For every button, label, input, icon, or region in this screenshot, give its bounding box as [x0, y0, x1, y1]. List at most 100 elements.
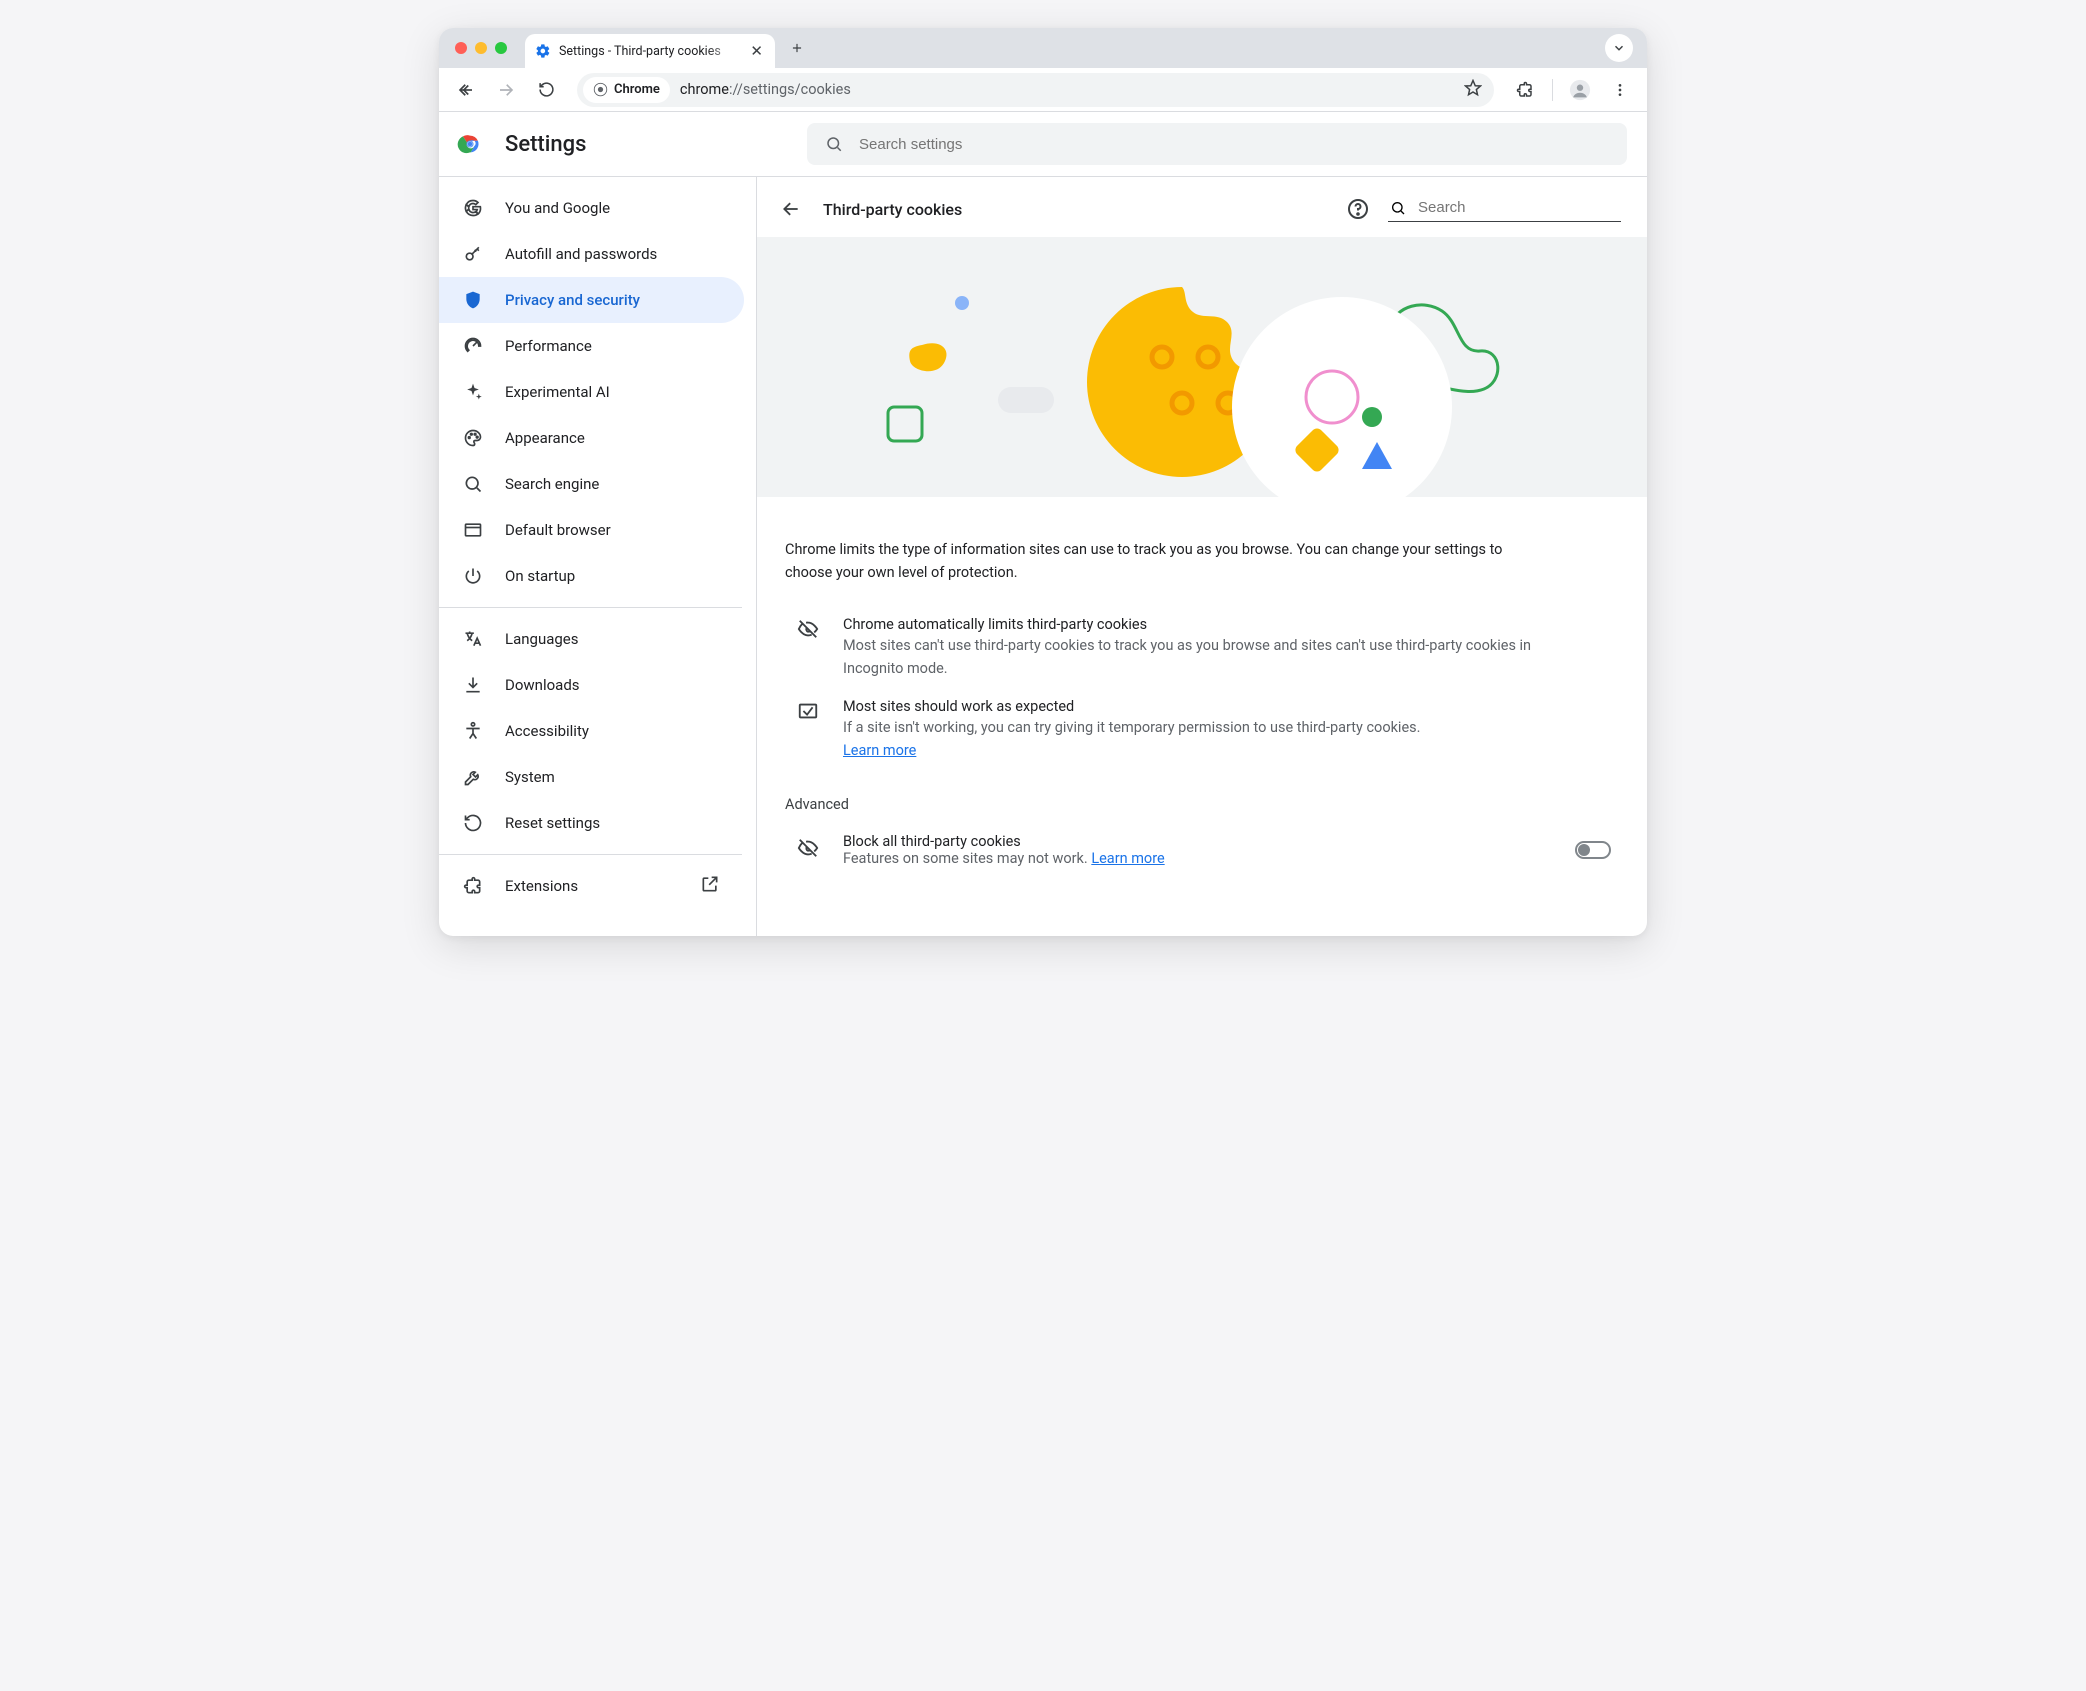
address-bar[interactable]: Chrome chrome://settings/cookies [577, 73, 1494, 107]
info-title: Chrome automatically limits third-party … [843, 616, 1565, 633]
window-controls [451, 42, 525, 54]
gear-icon [535, 43, 551, 59]
minimize-window-button[interactable] [475, 42, 487, 54]
separator [439, 854, 742, 855]
sidebar-item-languages[interactable]: Languages [439, 616, 744, 662]
page-search[interactable] [1388, 196, 1621, 222]
close-tab-button[interactable]: ✕ [750, 44, 763, 59]
kebab-menu-button[interactable] [1603, 73, 1637, 107]
checkbox-icon [797, 698, 819, 762]
palette-icon [463, 428, 483, 448]
eye-off-icon [797, 837, 819, 863]
search-settings-input[interactable] [857, 135, 1609, 154]
sidebar-item-default-browser[interactable]: Default browser [439, 507, 744, 553]
sidebar-item-search-engine[interactable]: Search engine [439, 461, 744, 507]
sidebar-item-label: System [505, 768, 555, 786]
extensions-button[interactable] [1508, 73, 1542, 107]
sidebar-item-label: Downloads [505, 676, 580, 694]
accessibility-icon [463, 721, 483, 741]
advanced-label: Advanced [785, 796, 1619, 813]
site-chip-label: Chrome [614, 82, 660, 97]
page-header: Third-party cookies [757, 177, 1647, 237]
sidebar-item-autofill[interactable]: Autofill and passwords [439, 231, 744, 277]
separator [439, 607, 742, 608]
page-title: Third-party cookies [823, 200, 962, 219]
sidebar-item-label: Search engine [505, 475, 599, 493]
sidebar: You and Google Autofill and passwords Pr… [439, 177, 757, 936]
sidebar-item-label: You and Google [505, 199, 610, 217]
page-back-button[interactable] [777, 195, 805, 223]
block-all-toggle[interactable] [1575, 841, 1611, 859]
sparkle-icon [463, 382, 483, 402]
sidebar-item-label: Privacy and security [505, 291, 640, 309]
info-body: If a site isn't working, you can try giv… [843, 719, 1420, 736]
setting-title: Block all third-party cookies [843, 833, 1551, 850]
info-title: Most sites should work as expected [843, 698, 1420, 715]
app-header: Settings [439, 112, 1647, 176]
close-window-button[interactable] [455, 42, 467, 54]
sidebar-item-label: Default browser [505, 521, 611, 539]
sidebar-item-accessibility[interactable]: Accessibility [439, 708, 744, 754]
zoom-window-button[interactable] [495, 42, 507, 54]
puzzle-icon [463, 876, 483, 896]
sidebar-item-label: Accessibility [505, 722, 589, 740]
chrome-icon [593, 82, 608, 97]
separator [1552, 79, 1553, 101]
translate-icon [463, 629, 483, 649]
setting-block-all: Block all third-party cookies Features o… [785, 819, 1619, 867]
tab-search-button[interactable] [1605, 34, 1633, 62]
sidebar-item-performance[interactable]: Performance [439, 323, 744, 369]
search-settings[interactable] [807, 123, 1627, 165]
sidebar-item-label: Experimental AI [505, 383, 610, 401]
sidebar-item-reset[interactable]: Reset settings [439, 800, 744, 846]
profile-button[interactable] [1563, 73, 1597, 107]
browser-tab[interactable]: Settings - Third-party cookies ✕ [525, 34, 775, 68]
search-icon [463, 474, 483, 494]
sidebar-item-on-startup[interactable]: On startup [439, 553, 744, 599]
bookmark-button[interactable] [1464, 79, 1482, 101]
external-link-icon [700, 874, 720, 898]
sidebar-item-label: Extensions [505, 877, 578, 895]
main: Third-party cookies [757, 177, 1647, 936]
forward-button[interactable] [489, 73, 523, 107]
titlebar: Settings - Third-party cookies ✕ [439, 28, 1647, 68]
sidebar-item-label: Performance [505, 337, 592, 355]
google-g-icon [463, 198, 483, 218]
page-search-input[interactable] [1416, 198, 1619, 217]
learn-more-link[interactable]: Learn more [843, 742, 916, 759]
new-tab-button[interactable] [783, 34, 811, 62]
info-body: Most sites can't use third-party cookies… [843, 635, 1565, 680]
sidebar-item-label: Autofill and passwords [505, 245, 657, 263]
info-expected: Most sites should work as expected If a … [785, 680, 1565, 762]
key-icon [463, 244, 483, 264]
help-button[interactable] [1346, 197, 1370, 221]
info-limits: Chrome automatically limits third-party … [785, 598, 1565, 680]
sidebar-item-downloads[interactable]: Downloads [439, 662, 744, 708]
sidebar-item-label: On startup [505, 567, 575, 585]
setting-body: Features on some sites may not work. [843, 850, 1091, 867]
search-icon [825, 135, 843, 153]
tab-title: Settings - Third-party cookies [559, 44, 742, 59]
site-chip[interactable]: Chrome [583, 77, 670, 103]
reload-button[interactable] [529, 73, 563, 107]
sidebar-item-privacy[interactable]: Privacy and security [439, 277, 744, 323]
power-icon [463, 566, 483, 586]
browser-window: Settings - Third-party cookies ✕ Chrome [439, 28, 1647, 936]
sidebar-item-appearance[interactable]: Appearance [439, 415, 744, 461]
sidebar-item-experimental-ai[interactable]: Experimental AI [439, 369, 744, 415]
chrome-logo-icon [457, 131, 483, 157]
sidebar-item-label: Languages [505, 630, 579, 648]
wrench-icon [463, 767, 483, 787]
sidebar-item-system[interactable]: System [439, 754, 744, 800]
download-icon [463, 675, 483, 695]
browser-icon [463, 520, 483, 540]
sidebar-item-label: Reset settings [505, 814, 600, 832]
sidebar-item-extensions[interactable]: Extensions [439, 863, 744, 909]
learn-more-link[interactable]: Learn more [1091, 850, 1164, 867]
reset-icon [463, 813, 483, 833]
url-text: chrome://settings/cookies [680, 81, 851, 98]
back-button[interactable] [449, 73, 483, 107]
sidebar-item-you-and-google[interactable]: You and Google [439, 185, 744, 231]
speedometer-icon [463, 336, 483, 356]
hero-illustration [757, 237, 1647, 497]
